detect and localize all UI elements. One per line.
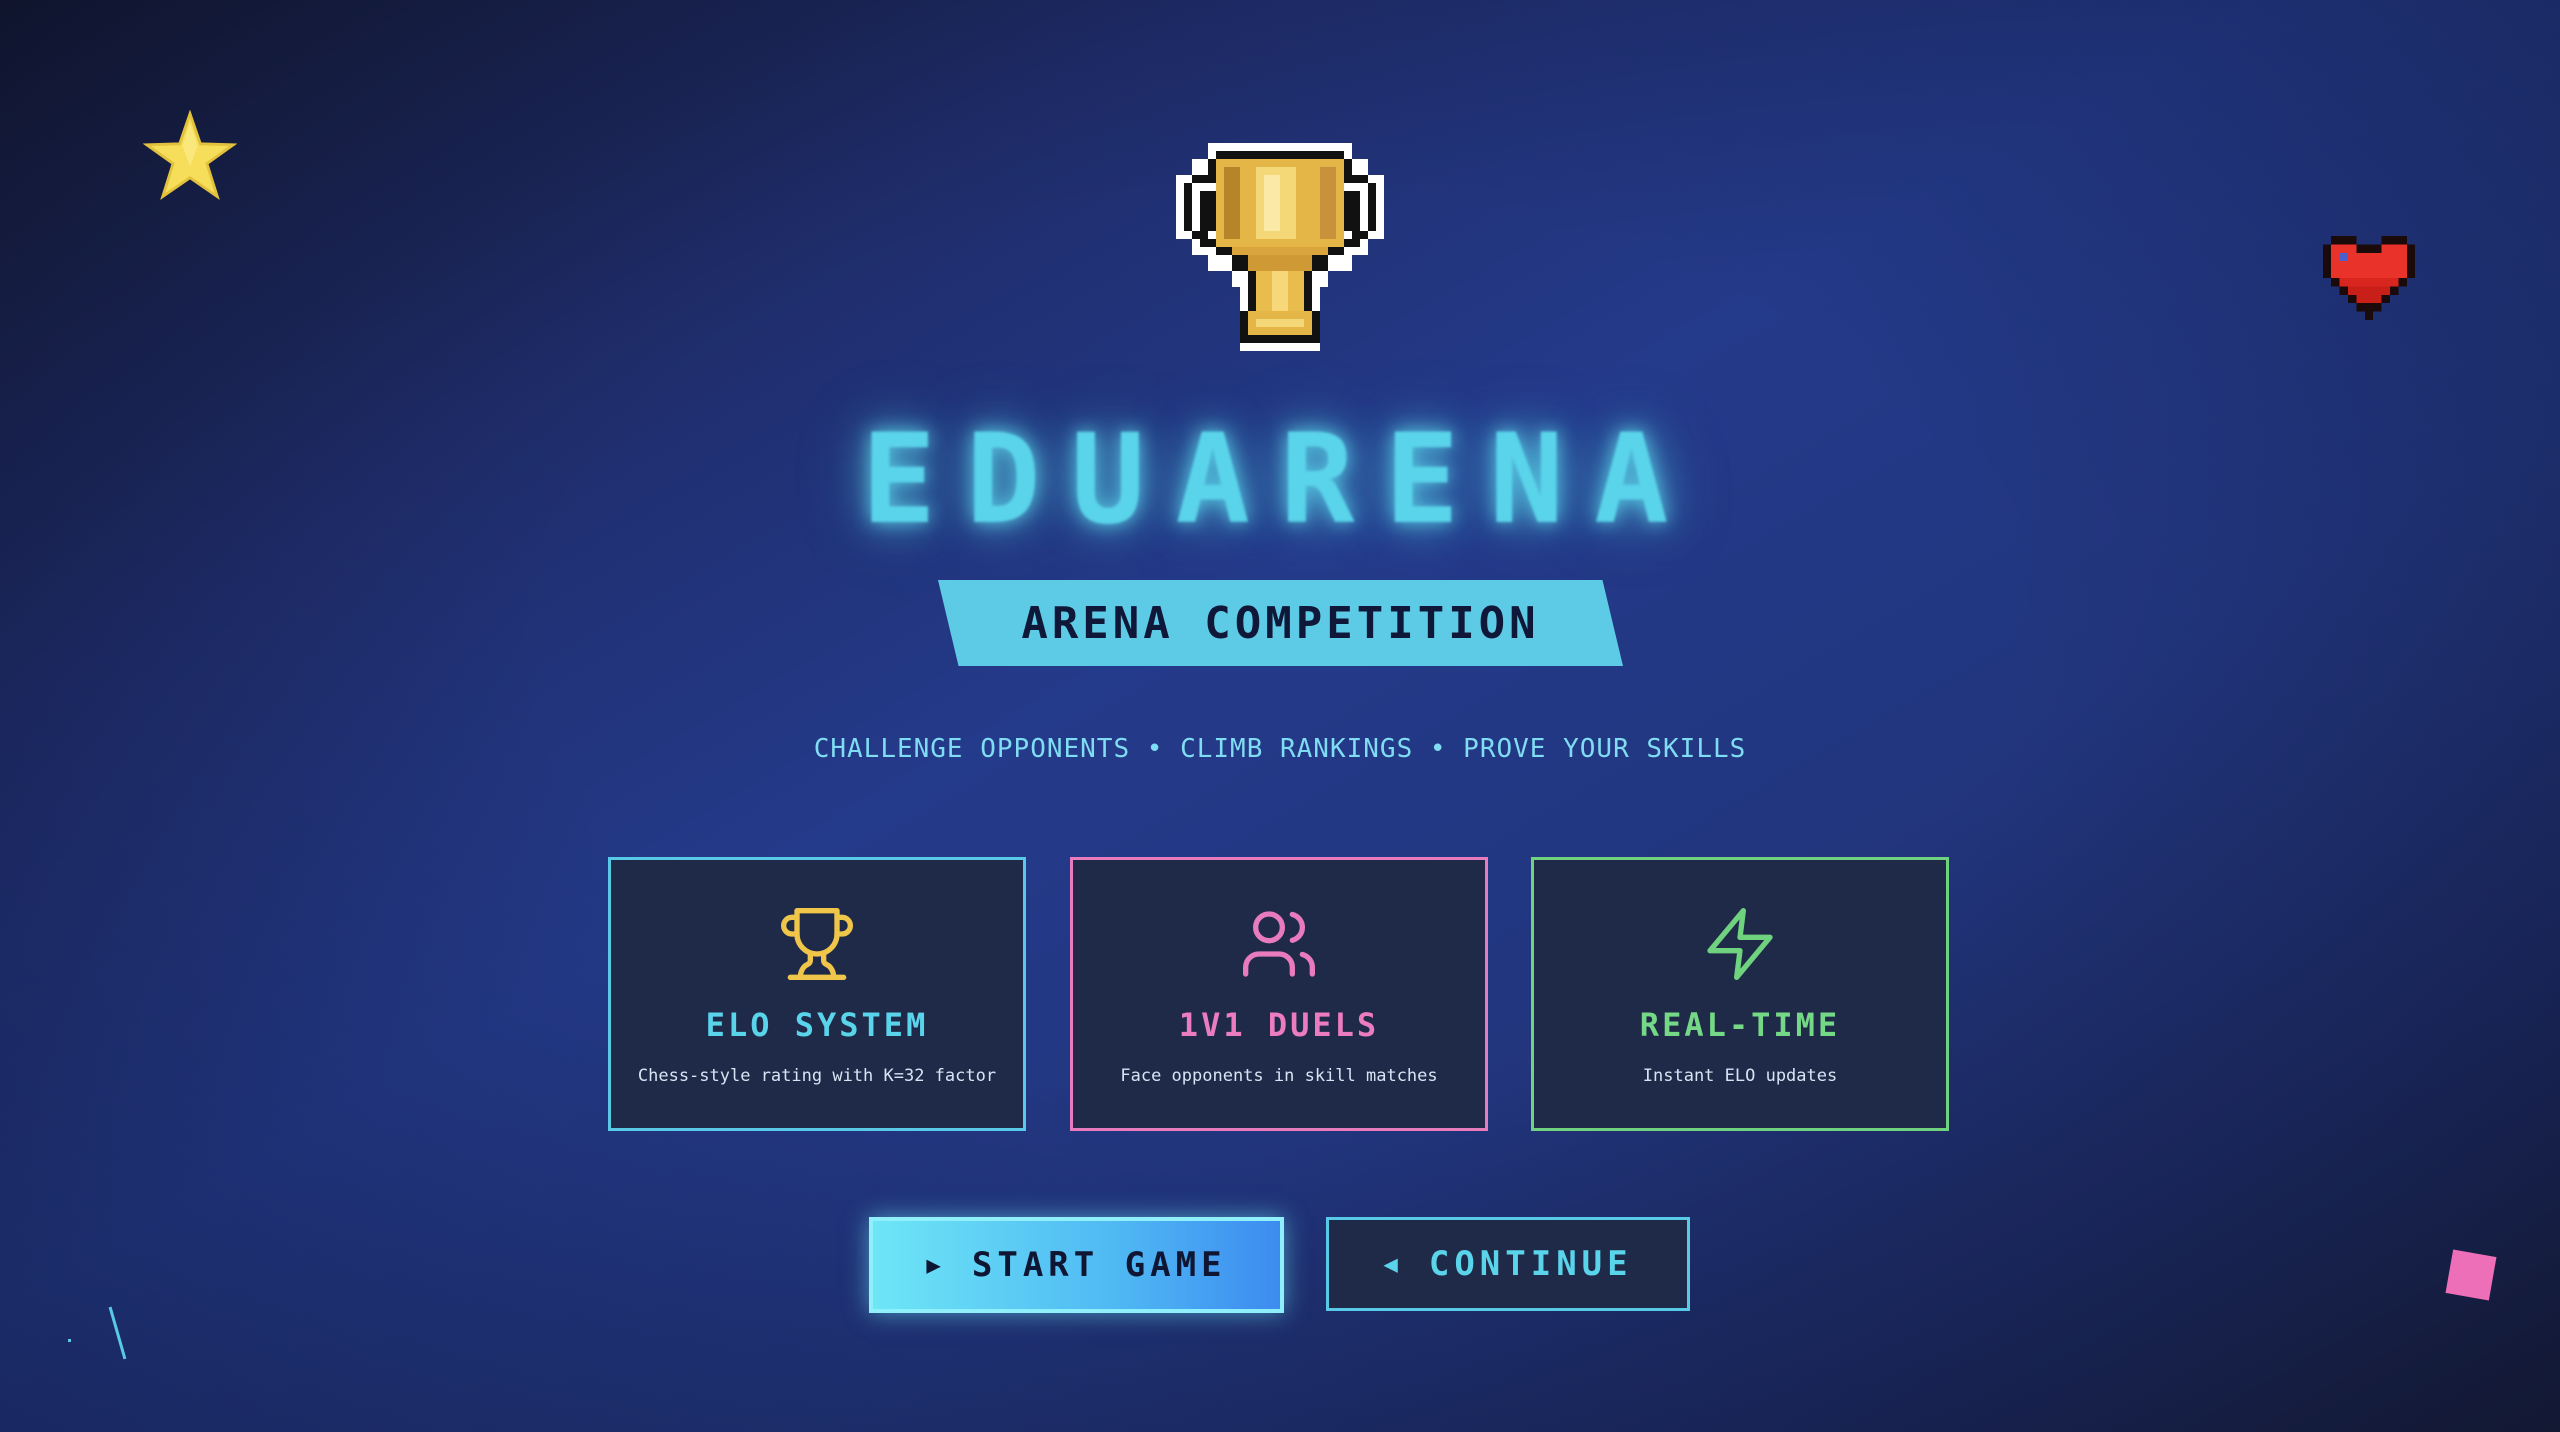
feature-card-elo: ELO SYSTEM Chess-style rating with K=32 … bbox=[608, 857, 1026, 1131]
lightning-icon bbox=[1707, 908, 1773, 980]
play-icon: ▶ bbox=[926, 1251, 946, 1279]
feature-card-realtime: REAL-TIME Instant ELO updates bbox=[1531, 857, 1949, 1131]
start-game-label: START GAME bbox=[971, 1245, 1227, 1285]
feature-title: ELO SYSTEM bbox=[705, 1006, 929, 1044]
continue-label: CONTINUE bbox=[1428, 1244, 1633, 1284]
cyan-dot-decoration bbox=[68, 1339, 71, 1342]
tagline: CHALLENGE OPPONENTS • CLIMB RANKINGS • P… bbox=[813, 734, 1747, 764]
app-title: EDUARENA bbox=[861, 408, 1699, 552]
star-icon bbox=[143, 110, 237, 200]
cyan-streak-decoration bbox=[108, 1306, 127, 1360]
feature-title: REAL-TIME bbox=[1639, 1006, 1841, 1044]
start-game-button[interactable]: ▶ START GAME bbox=[869, 1217, 1284, 1313]
pink-square-decoration bbox=[2445, 1249, 2497, 1301]
feature-card-duels: 1V1 DUELS Face opponents in skill matche… bbox=[1070, 857, 1488, 1131]
feature-title: 1V1 DUELS bbox=[1178, 1006, 1380, 1044]
feature-description: Instant ELO updates bbox=[1642, 1066, 1838, 1086]
subtitle-text: ARENA COMPETITION bbox=[1021, 597, 1540, 649]
feature-description: Face opponents in skill matches bbox=[1120, 1066, 1438, 1086]
feature-description: Chess-style rating with K=32 factor bbox=[637, 1066, 997, 1086]
back-arrow-icon: ◀ bbox=[1383, 1250, 1403, 1278]
subtitle-banner: ARENA COMPETITION bbox=[938, 580, 1623, 666]
users-icon bbox=[1243, 911, 1315, 977]
trophy-icon bbox=[781, 908, 853, 980]
trophy-icon bbox=[1176, 143, 1384, 351]
continue-button[interactable]: ◀ CONTINUE bbox=[1326, 1217, 1690, 1311]
heart-icon bbox=[2322, 236, 2416, 320]
